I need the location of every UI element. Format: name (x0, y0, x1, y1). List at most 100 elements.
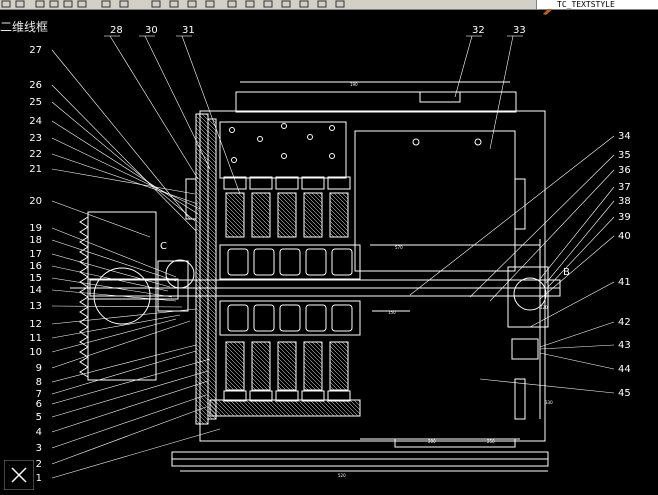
leader-line (547, 216, 615, 288)
right-side-lug (514, 178, 526, 230)
copy-icon[interactable] (48, 0, 60, 8)
right-foot (511, 338, 539, 360)
pulley-groove (79, 346, 89, 358)
calc-icon[interactable] (316, 0, 328, 8)
leader-line (51, 305, 183, 308)
command-input[interactable]: TC_TEXTSTYLE (536, 0, 658, 9)
bolt-hole (412, 138, 420, 146)
callout-number-right: 43 (618, 340, 631, 351)
upper-rotor-block (301, 176, 325, 190)
zoom-previous-icon[interactable] (204, 0, 216, 8)
paste-icon[interactable] (62, 0, 74, 8)
leader-line (545, 200, 615, 284)
callout-number-right: 45 (618, 388, 631, 399)
callout-number-left: 26 (29, 80, 42, 91)
callout-number-left: 24 (29, 116, 42, 127)
callout-number-left: 13 (29, 301, 42, 312)
shaft-segment (227, 304, 249, 332)
sheet-set-icon[interactable] (280, 0, 292, 8)
callout-number-left: 6 (36, 399, 42, 410)
upper-rotor-blade (277, 192, 297, 238)
view-letter: C (160, 241, 167, 252)
zoom-realtime-icon[interactable] (168, 0, 180, 8)
lifting-handle (419, 91, 461, 103)
bolt-hole (231, 157, 237, 163)
lower-rotor-blade (251, 341, 271, 391)
bolt-hole (229, 127, 235, 133)
shaft-segment (253, 248, 275, 276)
lower-rotor-blade (329, 341, 349, 391)
upper-shaft-housing (219, 244, 361, 280)
properties-icon[interactable] (226, 0, 238, 8)
callout-number-left: 12 (29, 319, 42, 330)
callout-number-right: 39 (618, 212, 631, 223)
leader-line (51, 350, 197, 395)
leader-line (454, 35, 473, 98)
help-icon[interactable] (334, 0, 346, 8)
layer-icon[interactable] (14, 0, 26, 8)
leader-line (51, 239, 177, 282)
cad-drawing-canvas[interactable]: 2726252423222120191817161514131211109876… (0, 9, 658, 495)
shaft-segment (279, 248, 301, 276)
cut-icon[interactable] (34, 0, 46, 8)
upper-rotor-block (249, 176, 273, 190)
callout-number-right: 44 (618, 364, 631, 375)
shaft-segment (305, 248, 327, 276)
pulley-groove (79, 216, 89, 228)
leader-line (51, 120, 199, 215)
dimension-text: 520 (338, 473, 346, 478)
callout-number-right: 35 (618, 150, 631, 161)
leader-line (539, 352, 615, 370)
leader-line (144, 35, 211, 170)
brush-icon[interactable] (76, 0, 88, 8)
callout-number-left: 17 (29, 249, 42, 260)
callout-number-left: 22 (29, 149, 42, 160)
callout-number-left: 9 (36, 363, 42, 374)
callout-number-left: 11 (29, 333, 42, 344)
bolt-hole (329, 153, 335, 159)
lower-rotor-blade (225, 341, 245, 391)
pulley-groove (79, 226, 89, 238)
markup-icon[interactable] (298, 0, 310, 8)
dimension-text: 120 (540, 305, 548, 310)
leader-line (469, 154, 615, 298)
shaft-segment (279, 304, 301, 332)
callout-number-right: 40 (618, 231, 631, 242)
tool-palette-icon[interactable] (262, 0, 274, 8)
pan-icon[interactable] (150, 0, 162, 8)
leader-line (51, 358, 211, 405)
callout-number-left: 4 (36, 427, 42, 438)
right-plate (354, 130, 516, 272)
window-icon[interactable] (0, 0, 12, 8)
shaft-segment (305, 304, 327, 332)
callout-number-right: 36 (618, 165, 631, 176)
leader-line (489, 169, 615, 302)
upper-plate (219, 121, 347, 179)
callout-number-right: 42 (618, 317, 631, 328)
bolt-hole (307, 134, 313, 140)
bottom-rail (394, 438, 516, 448)
shaft-segment (331, 248, 353, 276)
dimension-text: 200 (428, 439, 436, 444)
left-inner-wall (207, 118, 217, 420)
leader-line (51, 253, 171, 288)
callout-number-left: 2 (36, 459, 42, 470)
undo-icon[interactable] (100, 0, 112, 8)
dimension-text: 150 (388, 310, 396, 315)
bolt-hole (281, 153, 287, 159)
shaft-segment (331, 304, 353, 332)
upper-rotor-blade (329, 192, 349, 238)
view-letter: B (563, 267, 570, 278)
upper-rotor-block (327, 176, 351, 190)
callout-number-left: 15 (29, 273, 42, 284)
leader-line (539, 321, 615, 348)
upper-rotor-blade (251, 192, 271, 238)
callout-number-right: 41 (618, 277, 631, 288)
redo-icon[interactable] (118, 0, 130, 8)
callout-number-left: 19 (29, 223, 42, 234)
close-icon[interactable] (3, 459, 35, 491)
leader-line (539, 344, 615, 350)
zoom-window-icon[interactable] (186, 0, 198, 8)
leader-line (51, 344, 197, 383)
design-center-icon[interactable] (244, 0, 256, 8)
